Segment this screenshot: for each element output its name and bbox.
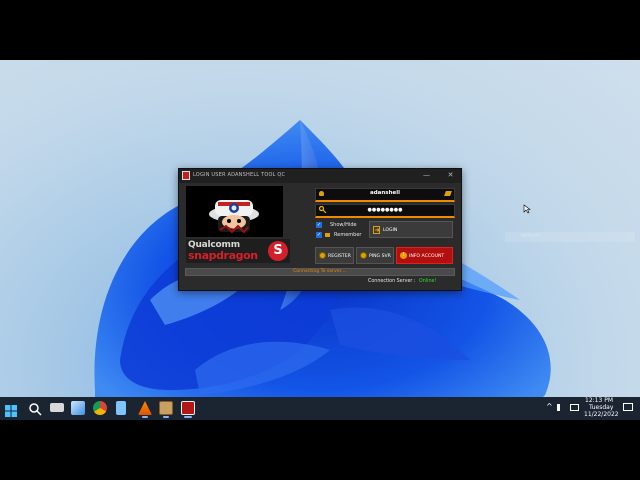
remember-label: Remember <box>334 232 362 238</box>
ghost-label: Refresh <box>521 233 540 239</box>
password-value: ●●●●●●●● <box>367 207 403 213</box>
photos-app-icon[interactable] <box>71 401 85 415</box>
username-field[interactable]: adanshell <box>315 188 455 202</box>
active-indicator <box>163 416 169 418</box>
clock-time[interactable]: 12:13 PM <box>585 397 613 404</box>
close-button[interactable]: ✕ <box>446 171 455 180</box>
tool-app-icon[interactable] <box>159 401 173 415</box>
connection-progress-bar: Connecting To server.... <box>185 268 455 276</box>
register-icon <box>319 252 326 259</box>
volume-icon[interactable] <box>557 404 564 411</box>
mouse-cursor-icon <box>523 204 531 214</box>
logo-letter: S <box>273 243 283 258</box>
login-icon <box>373 226 380 234</box>
chrome-icon[interactable] <box>93 401 107 415</box>
snapdragon-logo-icon: S <box>268 241 288 261</box>
password-field[interactable]: ●●●●●●●● <box>315 204 455 218</box>
connection-status-value: Online! <box>419 279 437 284</box>
task-view-icon[interactable] <box>50 403 64 412</box>
login-label: LOGIN <box>383 227 398 233</box>
info-account-label: INFO ACCOUNT <box>409 253 445 259</box>
info-icon: ! <box>400 252 407 259</box>
snapdragon-brand: Qualcomm snapdragon S <box>186 239 290 263</box>
taskbar: ^ 12:13 PM Tuesday 11/22/2022 <box>0 397 640 420</box>
vlc-icon[interactable] <box>138 401 152 415</box>
windows-logo-icon <box>5 405 17 417</box>
login-button[interactable]: LOGIN <box>369 221 453 238</box>
notification-icon[interactable] <box>623 403 633 411</box>
folder-icon <box>325 233 330 237</box>
remember-check-icon[interactable]: ✓ <box>316 232 322 238</box>
window-title: LOGIN USER ADANSHELL TOOL QC <box>193 172 286 178</box>
clock-day: Tuesday <box>589 404 614 411</box>
clock-date: 11/22/2022 <box>584 411 619 418</box>
active-indicator <box>184 416 192 418</box>
minimize-button[interactable]: — <box>422 171 431 180</box>
app-icon <box>182 171 190 180</box>
context-menu-ghost: Refresh <box>505 232 635 242</box>
login-window: LOGIN USER ADANSHELL TOOL QC — ✕ Qualcom… <box>178 168 462 291</box>
register-label: REGISTER <box>328 253 351 259</box>
mascot-image <box>209 200 259 234</box>
progress-text: Connecting To server.... <box>293 269 347 274</box>
info-account-button[interactable]: ! INFO ACCOUNT <box>396 247 453 264</box>
title-bar[interactable]: LOGIN USER ADANSHELL TOOL QC — ✕ <box>179 169 461 183</box>
tray-overflow-chevron[interactable]: ^ <box>546 402 553 411</box>
ping-icon <box>360 252 367 259</box>
start-button[interactable] <box>5 402 17 417</box>
register-button[interactable]: REGISTER <box>315 247 354 264</box>
username-value: adanshell <box>370 190 400 196</box>
active-indicator <box>142 416 148 418</box>
brand-snapdragon: snapdragon <box>188 249 258 262</box>
connection-status-label: Connection Server : <box>368 279 416 284</box>
mascot-banner <box>186 186 283 237</box>
search-icon[interactable] <box>28 401 42 416</box>
show-hide-check-icon[interactable]: ✓ <box>316 222 322 228</box>
network-icon[interactable] <box>570 404 579 411</box>
ping-server-button[interactable]: PING SVR <box>356 247 394 264</box>
show-hide-label: Show/Hide <box>330 222 357 228</box>
ping-label: PING SVR <box>369 253 391 259</box>
notepad-icon[interactable] <box>116 401 126 415</box>
login-app-icon[interactable] <box>181 401 195 415</box>
